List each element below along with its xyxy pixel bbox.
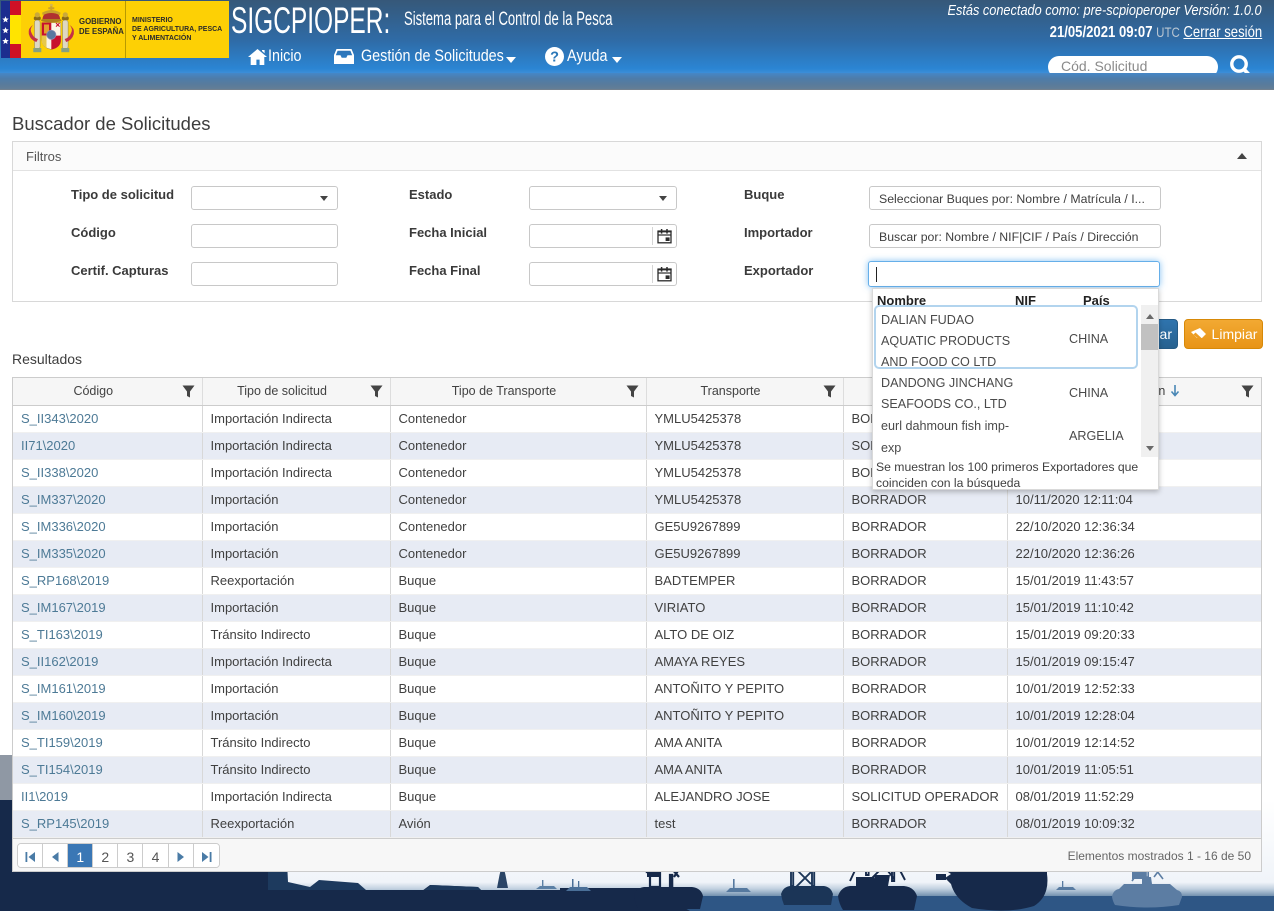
svg-text:?: ? (550, 50, 559, 66)
